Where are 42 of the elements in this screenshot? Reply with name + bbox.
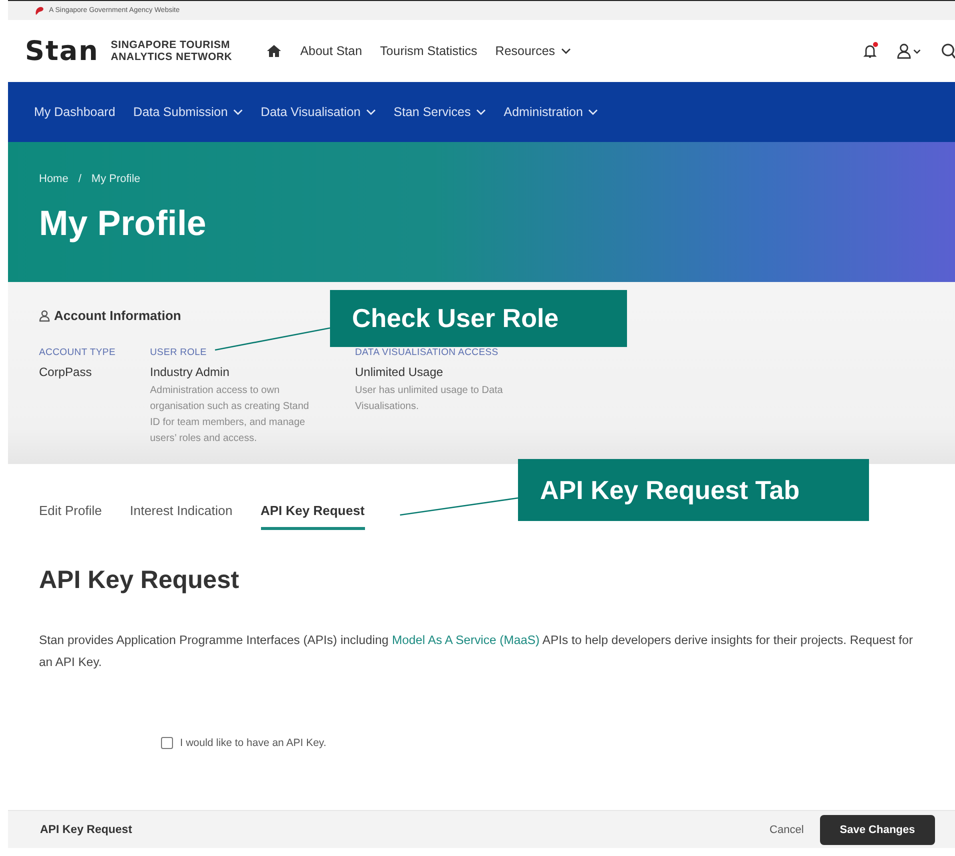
nav-link[interactable]: Resources	[495, 44, 572, 58]
menu-item[interactable]: Administration	[504, 105, 598, 119]
breadcrumb-item[interactable]: Home	[39, 173, 68, 185]
field-value: Unlimited Usage	[355, 365, 444, 379]
menu-item[interactable]: My Dashboard	[34, 105, 116, 119]
tab[interactable]: Interest Indication	[130, 502, 232, 530]
lion-icon	[34, 6, 44, 16]
save-button[interactable]: Save Changes	[820, 814, 935, 844]
breadcrumb-separator: /	[78, 173, 82, 185]
tab[interactable]: Edit Profile	[39, 502, 102, 530]
field-value: Industry Admin	[150, 365, 230, 379]
annotation-callout: Check User Role	[330, 290, 627, 347]
description-text: Stan provides Application Programme Interfaces (APIs) including Model As A Service (MaaS) APIs to help developers derive insights for their projects. Request for an API Key.	[39, 632, 914, 671]
field-value: CorpPass	[39, 365, 93, 379]
user-icon	[39, 310, 50, 322]
nav-link[interactable]: Tourism Statistics	[380, 44, 478, 58]
footer-title: API Key Request	[40, 824, 132, 836]
search-icon[interactable]	[941, 43, 955, 59]
checkbox[interactable]	[161, 737, 173, 749]
home-icon[interactable]	[266, 44, 282, 58]
annotation-callout: API Key Request Tab	[518, 459, 869, 521]
link[interactable]: Model As A Service (MaaS)	[392, 633, 540, 647]
field-description: User has unlimited usage to Data Visualisations.	[355, 384, 504, 414]
cancel-button[interactable]: Cancel	[770, 824, 804, 836]
section-title: Account Information	[54, 308, 182, 323]
logo[interactable]: Stan	[25, 38, 99, 64]
bell-icon[interactable]	[863, 43, 877, 59]
tab[interactable]: API Key Request	[260, 502, 365, 530]
field-label: DATA VISUALISATION ACCESS	[355, 347, 500, 358]
field-description: Administration access to own organisation such as creating Stand ID for team members, and manage users’ roles and access.	[150, 384, 310, 446]
menu-item[interactable]: Data Visualisation	[260, 105, 376, 119]
menu-item[interactable]: Stan Services	[394, 105, 486, 119]
field-label: ACCOUNT TYPE	[39, 347, 116, 358]
nav-link[interactable]: About Stan	[300, 44, 362, 58]
checkbox-label: I would like to have an API Key.	[180, 737, 326, 749]
user-icon[interactable]	[897, 43, 921, 59]
field-label: USER ROLE	[150, 347, 208, 358]
page-title: My Profile	[39, 205, 208, 244]
section-heading: API Key Request	[39, 566, 240, 595]
menu-item[interactable]: Data Submission	[133, 105, 243, 119]
breadcrumb-item: My Profile	[91, 173, 140, 185]
logo-subtitle: SINGAPORE TOURISM ANALYTICS NETWORK	[110, 39, 232, 63]
